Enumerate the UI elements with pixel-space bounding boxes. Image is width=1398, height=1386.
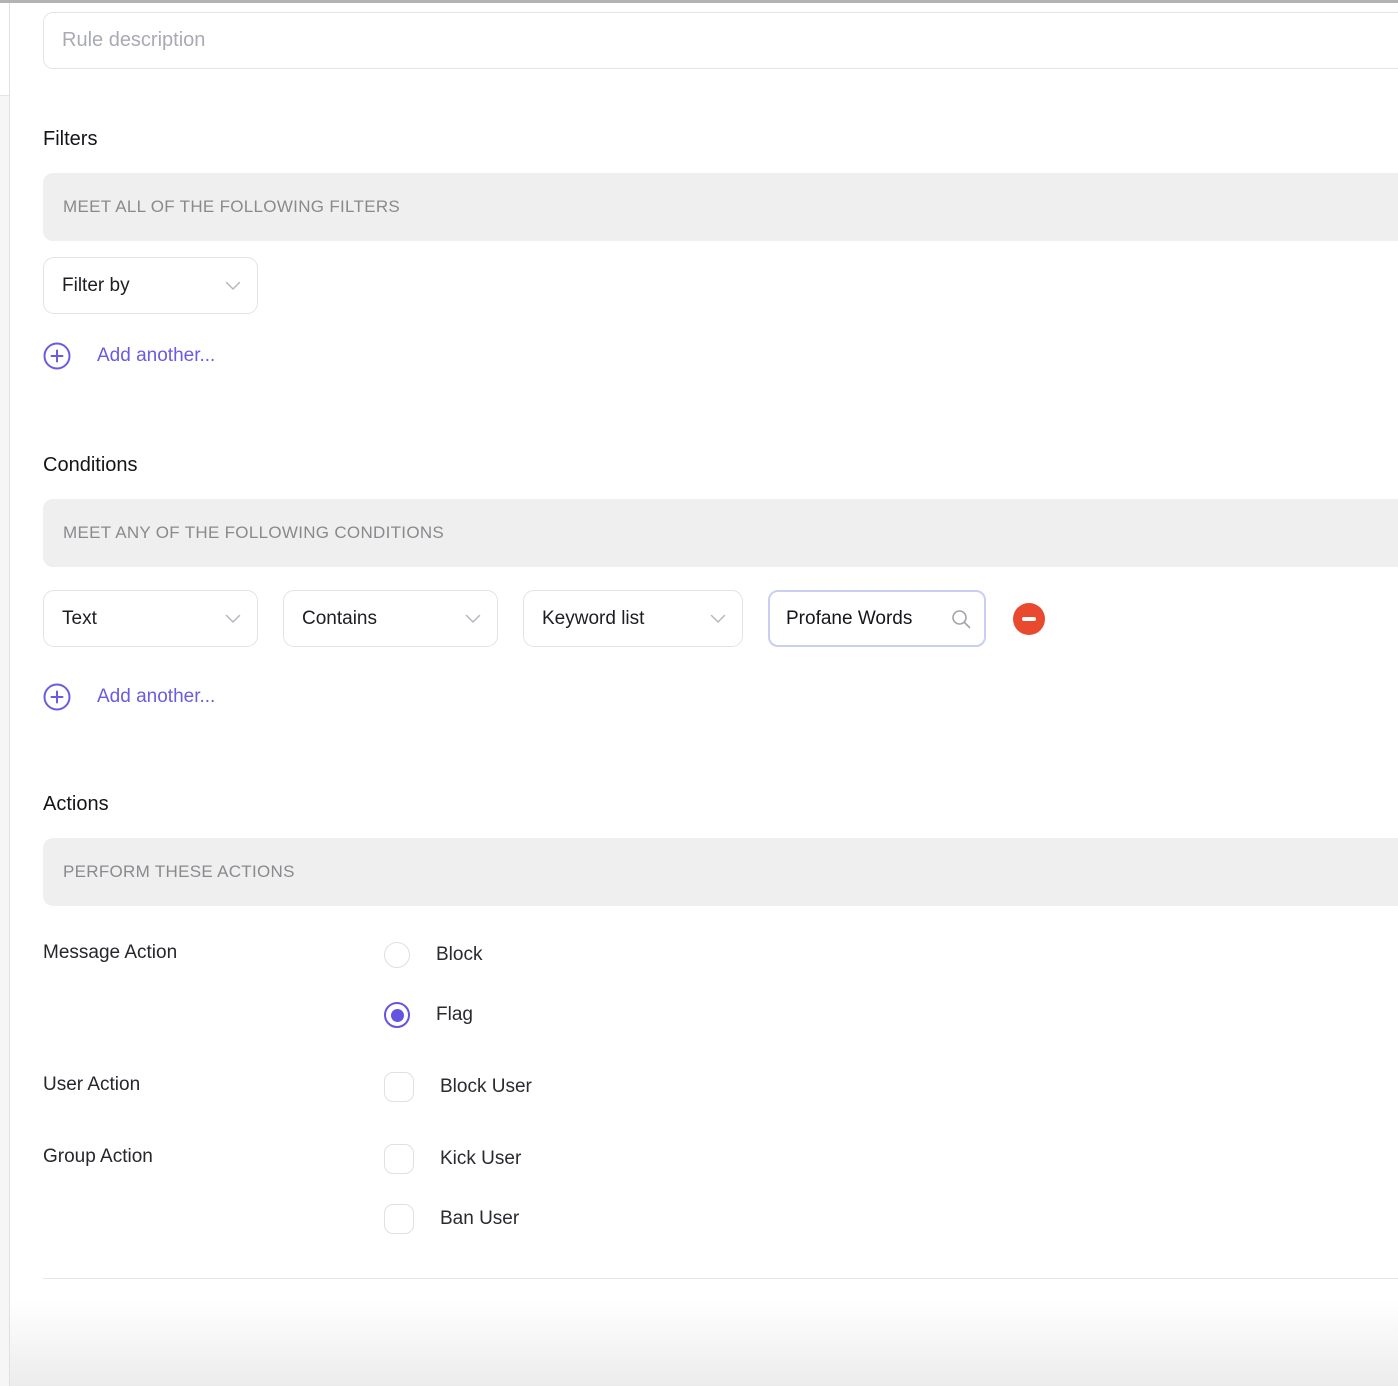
conditions-section-bar: MEET ANY OF THE FOLLOWING CONDITIONS [43, 499, 1398, 567]
condition-value-search-input[interactable]: Profane Words [768, 590, 986, 647]
chevron-down-icon [225, 614, 241, 624]
filters-section-bar: MEET ALL OF THE FOLLOWING FILTERS [43, 173, 1398, 241]
filters-heading: Filters [43, 128, 98, 150]
condition-value-type-select-value: Keyword list [542, 607, 645, 629]
user-action-option-block-user[interactable]: Block User [384, 1067, 532, 1107]
user-action-option-block-user-label: Block User [440, 1076, 532, 1097]
left-sidebar-lower-segment [0, 95, 9, 1386]
radio-checked-icon[interactable] [384, 1002, 410, 1028]
condition-field-select-value: Text [62, 607, 97, 629]
user-action-label: User Action [43, 1074, 141, 1095]
minus-icon [1022, 616, 1036, 621]
message-action-option-flag[interactable]: Flag [384, 995, 482, 1035]
chevron-down-icon [710, 614, 726, 624]
group-action-option-kick-user-label: Kick User [440, 1148, 522, 1169]
actions-table: Message Action Block Flag User Action Bl… [43, 935, 1398, 1239]
filters-add-another-button[interactable]: Add another... [43, 342, 215, 370]
message-action-row: Message Action Block Flag [43, 935, 1398, 1035]
rule-description-input[interactable] [43, 12, 1398, 69]
radio-dot [390, 1008, 404, 1022]
top-toolbar-edge [0, 0, 1398, 3]
checkbox-unchecked-icon[interactable] [384, 1072, 414, 1102]
left-sidebar-edge [0, 3, 10, 1386]
group-action-option-ban-user-label: Ban User [440, 1208, 520, 1229]
plus-circle-icon [43, 342, 71, 370]
message-action-options: Block Flag [384, 935, 482, 1035]
condition-value-text: Profane Words [786, 607, 913, 629]
user-action-options: Block User [384, 1067, 532, 1107]
group-action-label: Group Action [43, 1146, 153, 1167]
filters-bar-label: MEET ALL OF THE FOLLOWING FILTERS [63, 197, 401, 216]
conditions-add-another-button[interactable]: Add another... [43, 683, 215, 711]
checkbox-unchecked-icon[interactable] [384, 1204, 414, 1234]
bottom-divider [43, 1278, 1398, 1279]
filters-add-another-label: Add another... [97, 345, 216, 366]
chevron-down-icon [465, 614, 481, 624]
rule-editor-panel: Filters MEET ALL OF THE FOLLOWING FILTER… [10, 3, 1398, 1287]
chevron-down-icon [225, 281, 241, 291]
group-action-options: Kick User Ban User [384, 1139, 521, 1239]
message-action-label: Message Action [43, 942, 178, 963]
filter-by-select-value: Filter by [62, 274, 130, 296]
condition-operator-select[interactable]: Contains [283, 590, 498, 647]
conditions-heading: Conditions [43, 454, 138, 476]
actions-section-bar: PERFORM THESE ACTIONS [43, 838, 1398, 906]
actions-heading: Actions [43, 793, 109, 815]
filter-row: Filter by [43, 257, 1398, 314]
group-action-row: Group Action Kick User Ban User [43, 1139, 1398, 1239]
group-action-option-ban-user[interactable]: Ban User [384, 1199, 521, 1239]
plus-circle-icon [43, 683, 71, 711]
message-action-option-flag-label: Flag [436, 1004, 473, 1025]
group-action-option-kick-user[interactable]: Kick User [384, 1139, 521, 1179]
actions-bar-label: PERFORM THESE ACTIONS [63, 862, 295, 881]
conditions-bar-label: MEET ANY OF THE FOLLOWING CONDITIONS [63, 523, 445, 542]
condition-value-type-select[interactable]: Keyword list [523, 590, 743, 647]
filter-by-select[interactable]: Filter by [43, 257, 258, 314]
remove-condition-button[interactable] [1013, 602, 1045, 635]
checkbox-unchecked-icon[interactable] [384, 1144, 414, 1174]
conditions-add-another-label: Add another... [97, 686, 216, 707]
search-icon [950, 608, 972, 630]
condition-field-select[interactable]: Text [43, 590, 258, 647]
radio-unchecked-icon[interactable] [384, 942, 410, 968]
condition-operator-select-value: Contains [302, 607, 377, 629]
message-action-option-block-label: Block [436, 944, 483, 965]
bottom-fade-gradient [10, 1300, 1398, 1386]
user-action-row: User Action Block User [43, 1067, 1398, 1107]
message-action-option-block[interactable]: Block [384, 935, 482, 975]
condition-row: Text Contains Keyword list Profane Words [43, 590, 1398, 647]
